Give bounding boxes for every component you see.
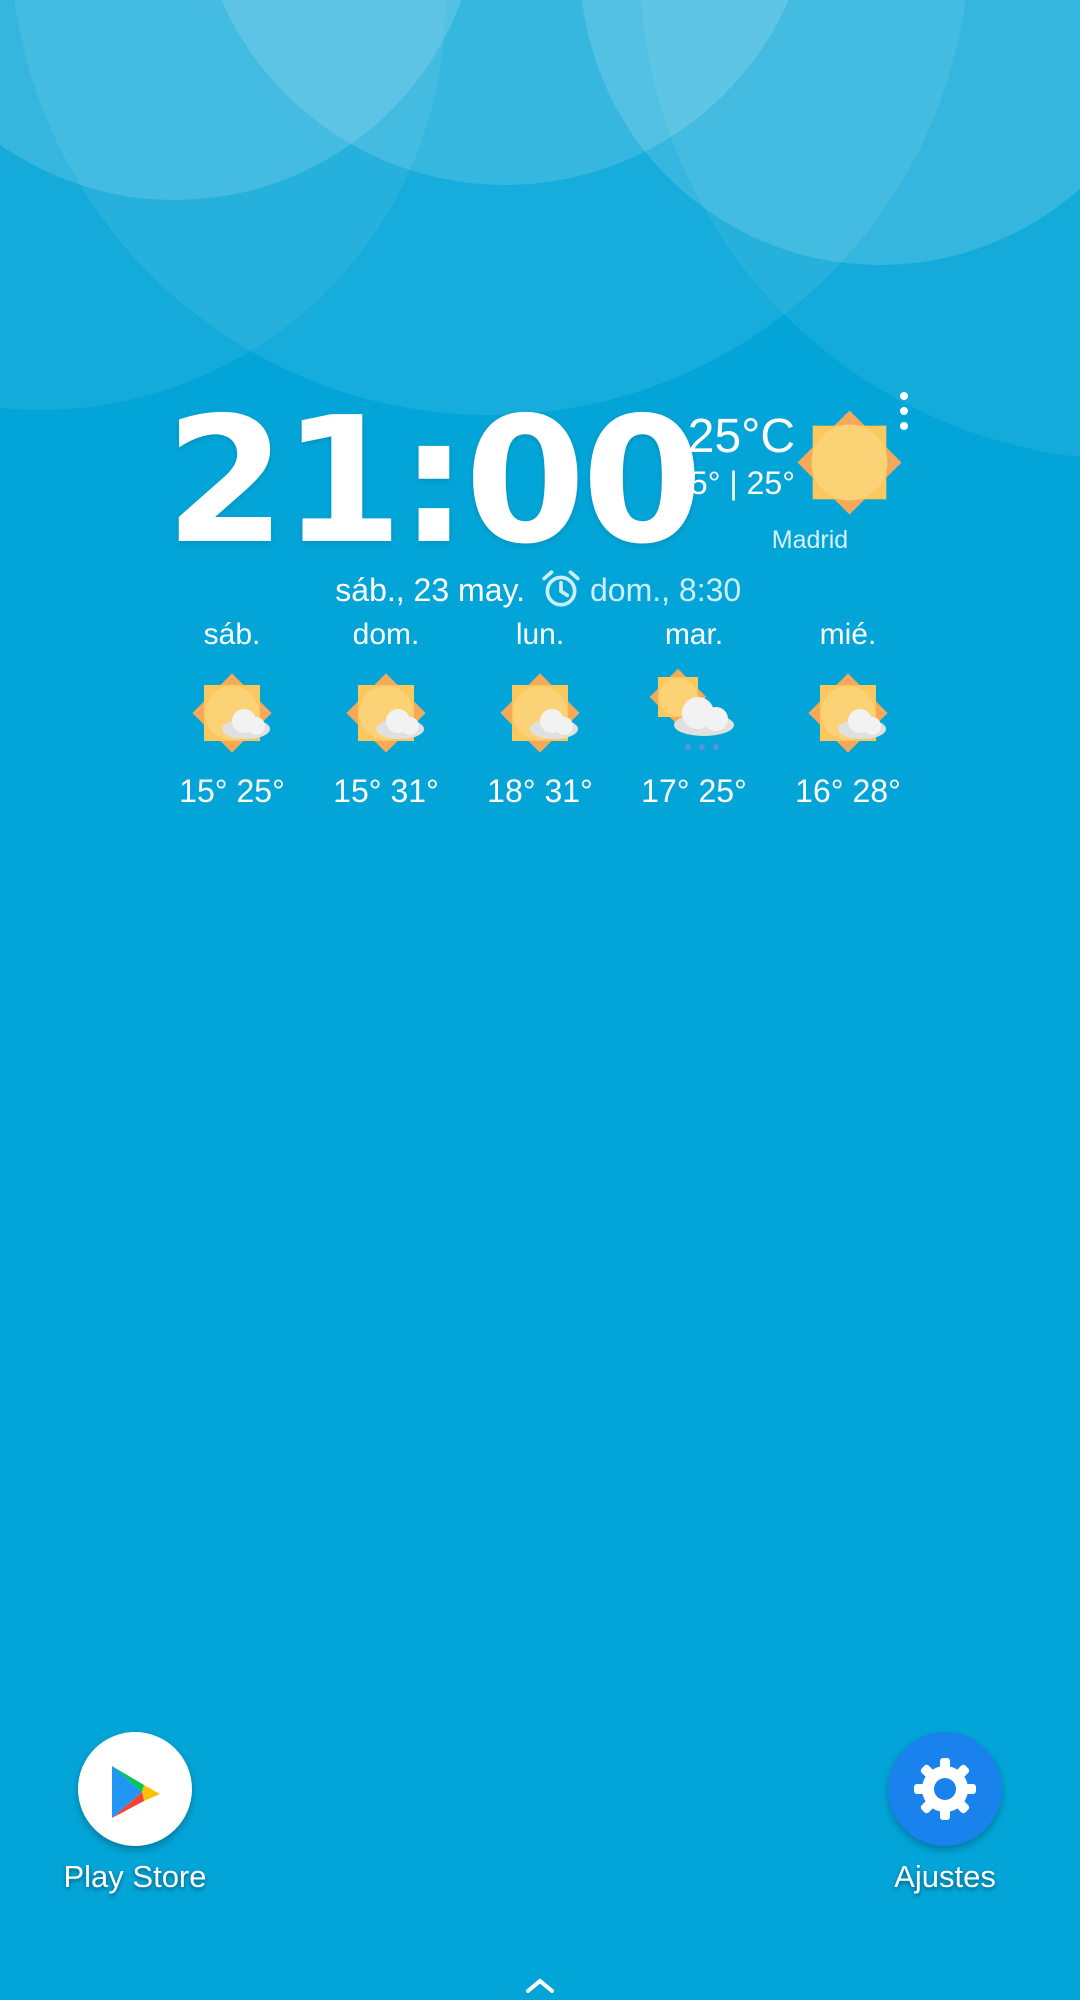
forecast-day[interactable]: dom. 15° 31° bbox=[309, 615, 463, 811]
widget-menu-button[interactable] bbox=[890, 392, 918, 438]
city-name: Madrid bbox=[771, 526, 849, 554]
forecast-row[interactable]: sáb. 15° 25° dom. 15° 31° lun. 18° 31° m… bbox=[155, 615, 925, 815]
forecast-temps: 17° 25° bbox=[641, 773, 747, 809]
sun-cloud-icon bbox=[346, 673, 426, 753]
play-store-icon[interactable] bbox=[78, 1732, 192, 1846]
forecast-temps: 15° 25° bbox=[179, 773, 285, 809]
forecast-day-name: dom. bbox=[352, 618, 420, 651]
forecast-day[interactable]: lun. 18° 31° bbox=[463, 615, 617, 811]
forecast-temps: 15° 31° bbox=[333, 773, 439, 809]
settings-gear-icon[interactable] bbox=[888, 1732, 1002, 1846]
current-temperature-range: 15° | 25° bbox=[672, 465, 795, 501]
forecast-day-name: lun. bbox=[515, 618, 565, 651]
sun-cloud-icon bbox=[500, 673, 580, 753]
current-temperature[interactable]: 25°C bbox=[680, 410, 795, 464]
forecast-temps: 18° 31° bbox=[487, 773, 593, 809]
settings-label: Ajustes bbox=[894, 1859, 996, 1894]
wallpaper bbox=[0, 0, 1080, 457]
alarm-clock-icon bbox=[542, 570, 580, 607]
sun-cloud-rain-icon bbox=[649, 668, 734, 750]
settings-app[interactable]: Ajustes bbox=[865, 1732, 1025, 1896]
forecast-day[interactable]: sáb. 15° 25° bbox=[155, 615, 309, 811]
next-alarm[interactable]: dom., 8:30 bbox=[590, 570, 741, 610]
forecast-day[interactable]: mié. 16° 28° bbox=[771, 615, 925, 811]
forecast-day-name: mié. bbox=[819, 618, 877, 651]
sun-cloud-icon bbox=[808, 673, 888, 753]
play-store-app[interactable]: Play Store bbox=[55, 1732, 215, 1896]
sun-cloud-icon bbox=[192, 673, 272, 753]
forecast-day-name: mar. bbox=[664, 618, 724, 651]
play-store-label: Play Store bbox=[63, 1859, 207, 1894]
forecast-temps: 16° 28° bbox=[795, 773, 901, 809]
date-text[interactable]: sáb., 23 may. bbox=[310, 570, 525, 610]
forecast-day[interactable]: mar. 17° 25° bbox=[617, 615, 771, 811]
app-drawer-arrow-icon[interactable] bbox=[520, 1975, 560, 1995]
forecast-day-name: sáb. bbox=[203, 618, 261, 651]
clock-time[interactable]: 21:00 bbox=[165, 392, 703, 572]
